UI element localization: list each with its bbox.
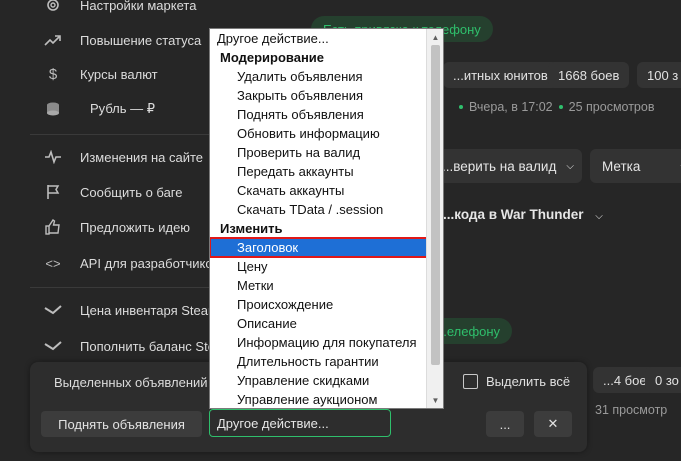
listing-title-text: ...кода в War Thunder bbox=[443, 207, 584, 222]
separator-dot bbox=[558, 104, 563, 109]
trending-up-icon bbox=[42, 33, 64, 47]
flag-icon bbox=[42, 184, 64, 200]
sidebar-item-report-bug[interactable]: Сообщить о баге bbox=[30, 180, 183, 204]
dropdown-group-label: Модерирование bbox=[220, 50, 325, 65]
dropdown-option[interactable]: Управление аукционом bbox=[210, 390, 427, 408]
sidebar-item-label: Цена инвентаря Steam bbox=[80, 302, 219, 318]
code-icon: <> bbox=[45, 255, 61, 271]
sidebar-item-label: API для разработчиков bbox=[80, 255, 220, 271]
dropdown-option[interactable]: Метки bbox=[210, 276, 427, 295]
dropdown-option[interactable]: Скачать TData / .session bbox=[210, 200, 427, 219]
action-dropdown-list[interactable]: Другое действие... Модерирование Удалить о… bbox=[209, 28, 444, 409]
sidebar-item-label: Изменения на сайте bbox=[80, 149, 204, 165]
dollar-icon: $ bbox=[48, 65, 58, 83]
sidebar-item-currency-rates[interactable]: $ Курсы валют bbox=[30, 62, 158, 86]
action-select-value: Другое действие... bbox=[217, 415, 329, 431]
sidebar-item-label: Рубль — ₽ bbox=[90, 101, 156, 116]
dropdown-option[interactable]: Проверить на валид bbox=[210, 143, 427, 162]
scroll-up-icon[interactable]: ▲ bbox=[427, 30, 443, 44]
more-button[interactable]: ... bbox=[486, 411, 524, 437]
listing-meta: Вчера, в 17:02 25 просмотров bbox=[453, 100, 654, 114]
listing-views: 31 просмотр bbox=[595, 403, 668, 417]
listing-chip: ...итных юнитов bbox=[443, 62, 558, 88]
separator-dot bbox=[459, 104, 463, 109]
listing-chip: 100 з bbox=[637, 62, 681, 88]
thumbs-up-icon bbox=[42, 219, 64, 235]
dropdown-option[interactable]: Заголовок bbox=[210, 237, 428, 258]
tag-select[interactable]: Метка ⌵ bbox=[590, 149, 681, 183]
selected-count-label: Выделенных объявлений bbox=[54, 375, 208, 390]
listing-title[interactable]: ...кода в War Thunder ⌵ bbox=[443, 207, 603, 222]
chevron-down-icon: ⌵ bbox=[566, 160, 574, 172]
dropdown-option[interactable]: Цену bbox=[210, 257, 427, 276]
coins-icon bbox=[42, 101, 64, 117]
scrollbar-thumb[interactable] bbox=[431, 45, 440, 365]
select-value: Метка bbox=[602, 158, 641, 174]
check-valid-select[interactable]: ...верить на валид ⌵ bbox=[430, 149, 582, 183]
gear-icon bbox=[42, 0, 64, 13]
action-select[interactable]: Другое действие... bbox=[209, 409, 391, 437]
select-all-label: Выделить всё bbox=[486, 374, 571, 389]
dropdown-option[interactable]: Происхождение bbox=[210, 295, 427, 314]
steam-icon bbox=[42, 339, 64, 353]
chevron-down-icon: ⌵ bbox=[595, 211, 603, 222]
sidebar-item-suggest-idea[interactable]: Предложить идею bbox=[30, 215, 190, 239]
dropdown-option[interactable]: Удалить объявления bbox=[210, 67, 427, 86]
dropdown-option[interactable]: Другое действие... bbox=[210, 29, 427, 48]
checkbox-box[interactable] bbox=[463, 374, 478, 389]
sidebar-item-label: Настройки маркета bbox=[80, 0, 197, 13]
dropdown-option[interactable]: Поднять объявления bbox=[210, 105, 427, 124]
dropdown-option[interactable]: Информацию для покупателя bbox=[210, 333, 427, 352]
listing-date: Вчера, в 17:02 bbox=[469, 100, 553, 114]
pulse-icon bbox=[42, 150, 64, 164]
listing-chip: 0 зо bbox=[645, 367, 681, 393]
sidebar-divider bbox=[30, 287, 215, 288]
dropdown-option[interactable]: Обновить информацию bbox=[210, 124, 427, 143]
sidebar-item-market-settings[interactable]: Настройки маркета bbox=[30, 0, 196, 17]
select-value: ...верить на валид bbox=[442, 158, 557, 174]
sidebar-item-label: Повышение статуса bbox=[80, 32, 202, 48]
close-button[interactable]: ✕ bbox=[534, 411, 572, 437]
dropdown-option[interactable]: Скачать аккаунты bbox=[210, 181, 427, 200]
dropdown-option[interactable]: Управление скидками bbox=[210, 371, 427, 390]
dropdown-group-label: Изменить bbox=[220, 221, 283, 236]
sidebar-divider bbox=[30, 134, 215, 135]
sidebar-item-api[interactable]: <> API для разработчиков bbox=[30, 251, 219, 275]
sidebar-item-steam-inventory[interactable]: Цена инвентаря Steam bbox=[30, 298, 219, 322]
bump-listings-button[interactable]: Поднять объявления bbox=[41, 411, 202, 437]
dropdown-options: Другое действие... Модерирование Удалить о… bbox=[210, 29, 428, 408]
sidebar-item-status-upgrade[interactable]: Повышение статуса bbox=[30, 28, 201, 52]
steam-icon bbox=[42, 303, 64, 317]
dropdown-option[interactable]: Закрыть объявления bbox=[210, 86, 427, 105]
dropdown-option[interactable]: Передать аккаунты bbox=[210, 162, 427, 181]
dropdown-option[interactable]: Описание bbox=[210, 314, 427, 333]
sidebar-item-currency-select[interactable]: Рубль — ₽ bbox=[30, 97, 155, 121]
sidebar-item-steam-topup[interactable]: Пополнить баланс Steam bbox=[30, 334, 233, 358]
sidebar-item-label: Курсы валют bbox=[80, 66, 158, 82]
sidebar-item-label: Предложить идею bbox=[80, 219, 191, 235]
sidebar-item-site-changes[interactable]: Изменения на сайте bbox=[30, 145, 203, 169]
scroll-down-icon[interactable]: ▼ bbox=[427, 393, 443, 407]
listing-chip: 1668 боев bbox=[548, 62, 630, 88]
select-all-checkbox[interactable]: Выделить всё bbox=[463, 374, 570, 389]
listing-views: 25 просмотров bbox=[568, 100, 655, 114]
sidebar-item-label: Сообщить о баге bbox=[80, 184, 183, 200]
dropdown-scrollbar[interactable]: ▲ ▼ bbox=[426, 29, 443, 408]
dropdown-option[interactable]: Длительность гарантии bbox=[210, 352, 427, 371]
